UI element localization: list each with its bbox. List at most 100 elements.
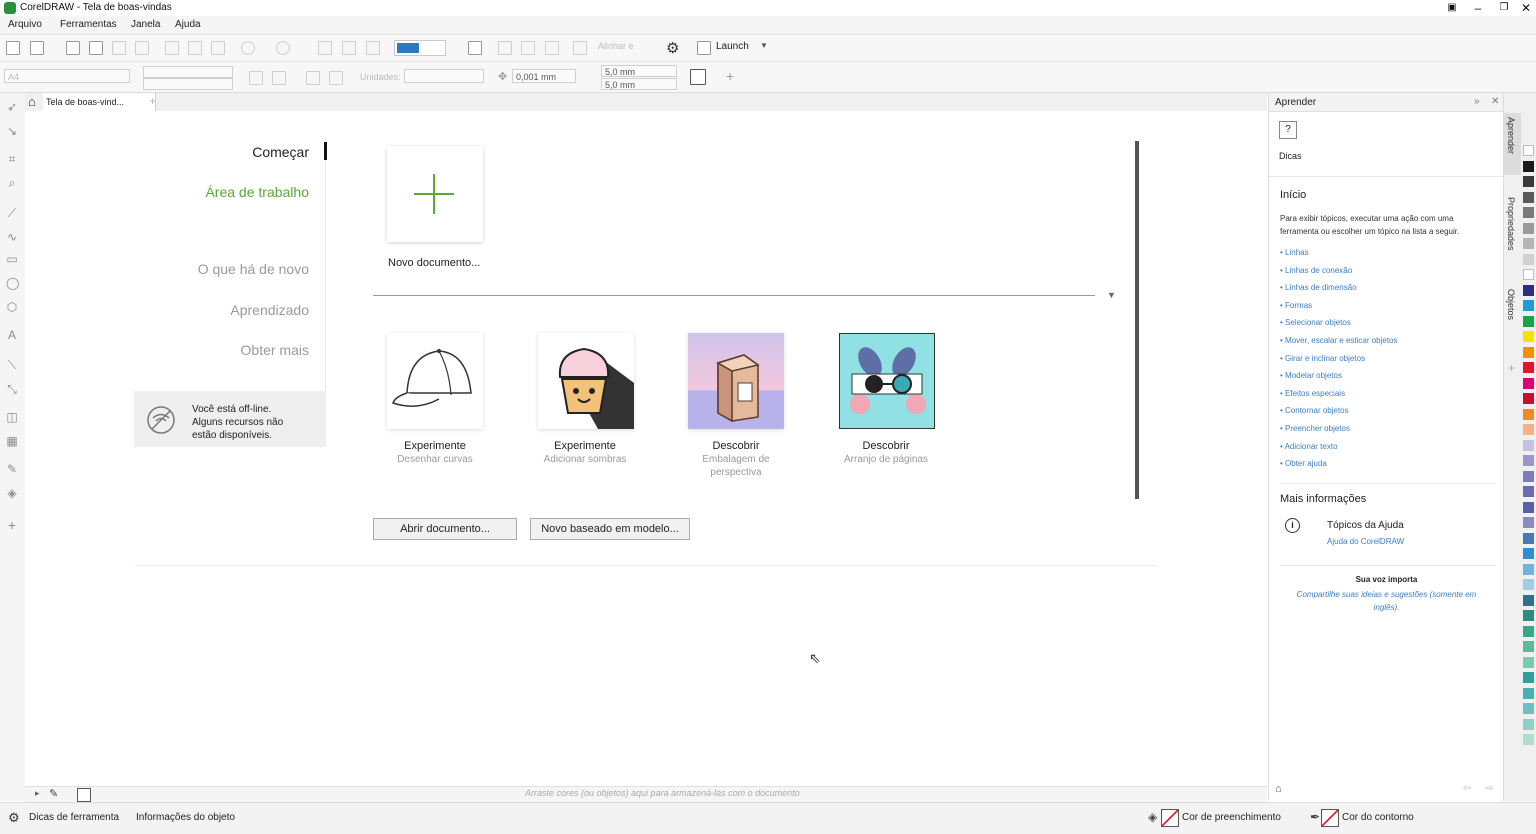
transparency-icon[interactable]: ▦ bbox=[6, 435, 18, 447]
rulers-icon[interactable] bbox=[498, 41, 512, 55]
nudge-field[interactable]: 0,001 mm bbox=[512, 69, 576, 83]
back-arrow-icon[interactable]: ⇦ bbox=[1463, 783, 1471, 794]
topic-select-objects[interactable]: Selecionar objetos bbox=[1280, 318, 1351, 327]
tool-tips-label[interactable]: Dicas de ferramenta bbox=[29, 812, 119, 823]
palette-swatch[interactable] bbox=[1523, 610, 1534, 621]
new-icon[interactable] bbox=[6, 41, 20, 55]
print-icon[interactable] bbox=[135, 41, 149, 55]
align-label[interactable]: Alinhar e bbox=[598, 41, 634, 51]
freehand-tool-icon[interactable]: ⟋ bbox=[6, 207, 18, 219]
upload-icon[interactable] bbox=[89, 41, 103, 55]
topic-rotate-objects[interactable]: Girar e inclinar objetos bbox=[1280, 354, 1365, 363]
palette-swatch[interactable] bbox=[1523, 393, 1534, 404]
palette-swatch[interactable] bbox=[1523, 222, 1534, 234]
nav-workspace[interactable]: Área de trabalho bbox=[205, 184, 309, 200]
topic-outline-objects[interactable]: Contornar objetos bbox=[1280, 406, 1349, 415]
snap-icon[interactable] bbox=[573, 41, 587, 55]
copy-icon[interactable] bbox=[188, 41, 202, 55]
landscape-icon[interactable] bbox=[272, 71, 286, 85]
topic-special-effects[interactable]: Efeitos especiais bbox=[1280, 389, 1345, 398]
pdf-icon[interactable] bbox=[366, 41, 380, 55]
object-info-label[interactable]: Informações do objeto bbox=[136, 812, 235, 823]
current-page-icon[interactable] bbox=[329, 71, 343, 85]
nav-learning[interactable]: Aprendizado bbox=[230, 302, 309, 318]
drop-shadow-icon[interactable]: ◫ bbox=[6, 411, 18, 423]
palette-swatch[interactable] bbox=[1523, 253, 1534, 265]
new-document-label[interactable]: Novo documento... bbox=[388, 257, 480, 269]
nav-whats-new[interactable]: O que há de novo bbox=[198, 261, 309, 277]
outline-color-swatch[interactable] bbox=[1321, 809, 1339, 827]
palette-arrow-icon[interactable]: ▸ bbox=[35, 788, 40, 799]
connector-tool-icon[interactable]: ⤡ bbox=[6, 383, 18, 395]
export-icon[interactable] bbox=[342, 41, 356, 55]
add-icon[interactable]: + bbox=[726, 68, 734, 84]
palette-swatch[interactable] bbox=[1523, 579, 1534, 590]
tile-perspective-packaging[interactable] bbox=[688, 333, 784, 429]
topic-get-help[interactable]: Obter ajuda bbox=[1280, 459, 1327, 468]
interactive-fill-icon[interactable]: ◈ bbox=[6, 487, 18, 499]
zoom-tool-icon[interactable]: ⌕ bbox=[6, 177, 18, 189]
palette-swatch[interactable] bbox=[1523, 455, 1534, 466]
help-link[interactable]: Ajuda do CorelDRAW bbox=[1327, 537, 1404, 546]
palette-swatch[interactable] bbox=[1523, 145, 1534, 156]
palette-swatch[interactable] bbox=[1523, 594, 1534, 606]
ellipse-tool-icon[interactable]: ◯ bbox=[6, 277, 19, 289]
topic-shapes[interactable]: Formas bbox=[1280, 301, 1312, 310]
palette-swatch[interactable] bbox=[1523, 300, 1534, 311]
new-tab-icon[interactable]: + bbox=[149, 94, 156, 108]
nav-get-more[interactable]: Obter mais bbox=[241, 342, 309, 358]
topic-lines[interactable]: Linhas bbox=[1280, 248, 1309, 257]
topic-add-text[interactable]: Adicionar texto bbox=[1280, 442, 1338, 451]
artistic-media-icon[interactable]: ∿ bbox=[6, 231, 18, 243]
palette-swatch[interactable] bbox=[1523, 625, 1534, 637]
redo-icon[interactable] bbox=[276, 41, 290, 55]
palette-swatch[interactable] bbox=[1523, 548, 1534, 559]
pick-tool-icon[interactable]: ➶ bbox=[6, 101, 18, 113]
eyedropper-small-icon[interactable]: ✎ bbox=[49, 787, 58, 800]
palette-swatch[interactable] bbox=[1523, 377, 1534, 389]
palette-swatch[interactable] bbox=[1523, 532, 1534, 544]
dock-tab-properties[interactable]: Propriedades bbox=[1506, 197, 1516, 251]
palette-swatch[interactable] bbox=[1523, 563, 1534, 575]
palette-swatch[interactable] bbox=[1523, 517, 1534, 528]
cut-icon[interactable] bbox=[165, 41, 179, 55]
topic-dimension-lines[interactable]: Linhas de dimensão bbox=[1280, 283, 1357, 292]
palette-swatch[interactable] bbox=[1523, 470, 1534, 482]
shape-tool-icon[interactable]: ↘ bbox=[6, 125, 18, 137]
polygon-tool-icon[interactable]: ⬡ bbox=[6, 301, 18, 313]
palette-swatch[interactable] bbox=[1523, 207, 1534, 218]
tips-icon[interactable]: ? bbox=[1279, 121, 1297, 139]
no-color-swatch[interactable] bbox=[77, 788, 91, 802]
palette-swatch[interactable] bbox=[1523, 424, 1534, 435]
palette-swatch[interactable] bbox=[1523, 486, 1534, 497]
all-pages-icon[interactable] bbox=[306, 71, 320, 85]
palette-swatch[interactable] bbox=[1523, 331, 1534, 342]
page-frame-icon[interactable] bbox=[690, 69, 706, 85]
nav-start[interactable]: Começar bbox=[252, 144, 309, 160]
minimize-button[interactable]: – bbox=[1468, 0, 1488, 16]
tool-tips-gear-icon[interactable]: ⚙ bbox=[8, 810, 20, 826]
palette-swatch[interactable] bbox=[1523, 191, 1534, 203]
tile-page-layout[interactable] bbox=[839, 333, 935, 429]
zoom-level-field[interactable] bbox=[394, 40, 446, 56]
gear-icon[interactable]: ⚙ bbox=[666, 39, 679, 57]
fullscreen-icon[interactable] bbox=[468, 41, 482, 55]
tab-welcome-screen[interactable]: Tela de boas-vind... bbox=[43, 93, 156, 111]
menu-janela[interactable]: Janela bbox=[131, 19, 160, 30]
palette-swatch[interactable] bbox=[1523, 315, 1534, 327]
menu-ferramentas[interactable]: Ferramentas bbox=[60, 19, 117, 30]
portrait-icon[interactable] bbox=[249, 71, 263, 85]
forward-arrow-icon[interactable]: ⇨ bbox=[1485, 783, 1493, 794]
topic-connector-lines[interactable]: Linhas de conexão bbox=[1280, 266, 1352, 275]
panel-close-icon[interactable]: ✕ bbox=[1491, 96, 1499, 107]
new-document-card[interactable] bbox=[387, 146, 483, 242]
topic-move-objects[interactable]: Mover, escalar e esticar objetos bbox=[1280, 336, 1398, 345]
cloud-icon[interactable] bbox=[112, 41, 126, 55]
palette-swatch[interactable] bbox=[1523, 346, 1534, 358]
palette-swatch[interactable] bbox=[1523, 362, 1534, 373]
scrollbar[interactable] bbox=[1135, 141, 1139, 499]
guidelines-icon[interactable] bbox=[545, 41, 559, 55]
dock-tab-learn[interactable]: Aprender bbox=[1506, 117, 1516, 154]
palette-swatch[interactable] bbox=[1523, 734, 1534, 745]
dock-add-icon[interactable]: + bbox=[1508, 361, 1515, 375]
